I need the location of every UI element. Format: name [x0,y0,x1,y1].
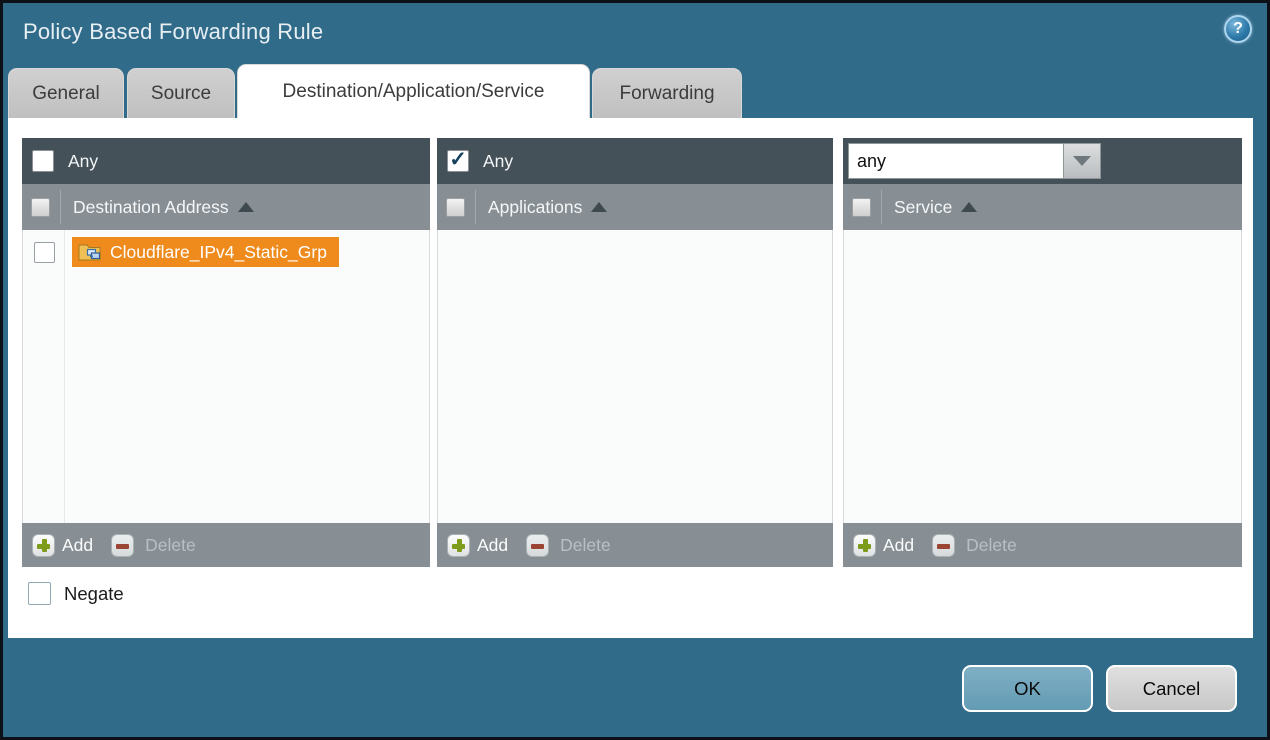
delete-button-label: Delete [145,535,196,556]
applications-footer-bar: Add Delete [437,523,833,567]
destination-footer-bar: Add Delete [22,523,430,567]
applications-column-header: Applications [437,184,833,230]
destination-address-item[interactable]: Cloudflare_IPv4_Static_Grp [72,237,339,267]
applications-any-label: Any [483,151,513,172]
ok-button[interactable]: OK [962,665,1093,712]
tab-source[interactable]: Source [127,68,235,118]
negate-label: Negate [64,583,124,605]
destination-item-label: Cloudflare_IPv4_Static_Grp [110,242,327,263]
destination-add-button[interactable]: Add [32,534,93,557]
service-dropdown-input[interactable] [848,143,1064,179]
service-column-header: Service [843,184,1242,230]
service-delete-button[interactable]: Delete [932,534,1017,557]
service-dropdown-button[interactable] [1064,143,1101,179]
tab-label: Forwarding [619,83,714,105]
list-column-divider [64,230,65,523]
service-dropdown [848,143,1101,179]
header-divider [475,190,476,224]
policy-based-forwarding-dialog: Policy Based Forwarding Rule ? General S… [0,0,1270,740]
service-footer-bar: Add Delete [843,523,1242,567]
destination-any-checkbox[interactable] [32,150,54,172]
destination-header-label: Destination Address [73,197,229,218]
tab-content-panel: Any Destination Address [8,118,1253,638]
header-divider [60,190,61,224]
add-button-label: Add [477,535,508,556]
tab-general[interactable]: General [8,68,124,118]
add-plus-icon [853,534,876,557]
applications-list [437,230,833,523]
destination-list: Cloudflare_IPv4_Static_Grp [22,230,430,523]
service-column: Service Add Delete [843,138,1242,567]
service-sort-header[interactable]: Service [894,197,977,218]
destination-address-column: Any Destination Address [22,138,430,567]
applications-delete-button[interactable]: Delete [526,534,611,557]
applications-select-all-checkbox[interactable] [446,198,465,217]
service-header-label: Service [894,197,952,218]
applications-header-label: Applications [488,197,582,218]
destination-column-header: Destination Address [22,184,430,230]
header-divider [881,190,882,224]
dialog-title: Policy Based Forwarding Rule [23,19,323,45]
delete-minus-icon [111,534,134,557]
chevron-down-icon [1073,156,1091,166]
destination-delete-button[interactable]: Delete [111,534,196,557]
sort-ascending-icon [591,202,607,212]
ok-button-label: OK [1014,678,1041,700]
applications-any-bar: ✓ Any [437,138,833,184]
destination-any-label: Any [68,151,98,172]
destination-select-all-checkbox[interactable] [31,198,50,217]
question-mark-glyph: ? [1233,20,1243,38]
delete-minus-icon [526,534,549,557]
tab-label: Destination/Application/Service [283,81,545,103]
service-list [843,230,1242,523]
add-plus-icon [447,534,470,557]
add-button-label: Add [62,535,93,556]
service-select-all-checkbox[interactable] [852,198,871,217]
service-add-button[interactable]: Add [853,534,914,557]
cancel-button-label: Cancel [1143,678,1201,700]
delete-button-label: Delete [966,535,1017,556]
applications-add-button[interactable]: Add [447,534,508,557]
destination-row-checkbox[interactable] [34,242,55,263]
help-icon[interactable]: ? [1224,15,1252,43]
cancel-button[interactable]: Cancel [1106,665,1237,712]
destination-any-bar: Any [22,138,430,184]
negate-checkbox[interactable] [28,582,51,605]
destination-row: Cloudflare_IPv4_Static_Grp [23,237,429,267]
delete-minus-icon [932,534,955,557]
applications-sort-header[interactable]: Applications [488,197,607,218]
checkmark-icon: ✓ [449,149,467,170]
sort-ascending-icon [961,202,977,212]
applications-any-checkbox[interactable]: ✓ [447,150,469,172]
destination-sort-header[interactable]: Destination Address [73,197,254,218]
applications-column: ✓ Any Applications Add [437,138,833,567]
add-plus-icon [32,534,55,557]
delete-button-label: Delete [560,535,611,556]
tab-destination-application-service[interactable]: Destination/Application/Service [237,64,590,118]
address-group-icon [78,242,103,263]
add-button-label: Add [883,535,914,556]
tab-label: General [32,83,100,105]
service-dropdown-bar [843,138,1242,184]
tab-forwarding[interactable]: Forwarding [592,68,742,118]
tab-label: Source [151,83,211,105]
sort-ascending-icon [238,202,254,212]
negate-option: Negate [28,582,124,605]
